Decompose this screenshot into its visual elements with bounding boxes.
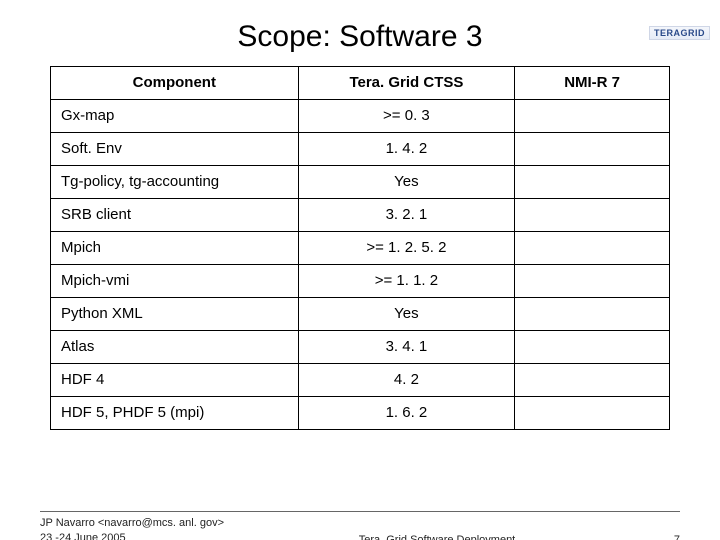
cell-nmi xyxy=(515,199,670,232)
table-row: Mpich-vmi>= 1. 1. 2 xyxy=(51,265,670,298)
cell-nmi xyxy=(515,331,670,364)
cell-ctss: >= 1. 2. 5. 2 xyxy=(298,232,515,265)
cell-nmi xyxy=(515,397,670,430)
slide-footer: JP Navarro <navarro@mcs. anl. gov> 23 -2… xyxy=(40,511,680,540)
cell-component: Atlas xyxy=(51,331,299,364)
table-row: Tg-policy, tg-accountingYes xyxy=(51,166,670,199)
col-header-ctss: Tera. Grid CTSS xyxy=(298,67,515,100)
footer-center: Tera. Grid Software Deployment xyxy=(224,534,650,540)
table-row: Python XMLYes xyxy=(51,298,670,331)
cell-ctss: 1. 6. 2 xyxy=(298,397,515,430)
col-header-nmi: NMI-R 7 xyxy=(515,67,670,100)
cell-ctss: >= 0. 3 xyxy=(298,100,515,133)
cell-nmi xyxy=(515,133,670,166)
cell-nmi xyxy=(515,298,670,331)
footer-page-number: 7 xyxy=(650,534,680,540)
table-container: Component Tera. Grid CTSS NMI-R 7 Gx-map… xyxy=(0,66,720,430)
cell-nmi xyxy=(515,166,670,199)
table-row: HDF 5, PHDF 5 (mpi)1. 6. 2 xyxy=(51,397,670,430)
footer-left: JP Navarro <navarro@mcs. anl. gov> 23 -2… xyxy=(40,516,224,540)
cell-component: Python XML xyxy=(51,298,299,331)
cell-component: SRB client xyxy=(51,199,299,232)
cell-component: Tg-policy, tg-accounting xyxy=(51,166,299,199)
cell-component: Gx-map xyxy=(51,100,299,133)
table-row: Mpich>= 1. 2. 5. 2 xyxy=(51,232,670,265)
cell-component: Soft. Env xyxy=(51,133,299,166)
table-row: Atlas3. 4. 1 xyxy=(51,331,670,364)
footer-author: JP Navarro <navarro@mcs. anl. gov> xyxy=(40,516,224,531)
table-row: SRB client3. 2. 1 xyxy=(51,199,670,232)
col-header-component: Component xyxy=(51,67,299,100)
table-header-row: Component Tera. Grid CTSS NMI-R 7 xyxy=(51,67,670,100)
cell-ctss: 4. 2 xyxy=(298,364,515,397)
cell-ctss: Yes xyxy=(298,166,515,199)
cell-component: Mpich xyxy=(51,232,299,265)
cell-component: HDF 5, PHDF 5 (mpi) xyxy=(51,397,299,430)
table-row: Soft. Env1. 4. 2 xyxy=(51,133,670,166)
cell-ctss: 3. 2. 1 xyxy=(298,199,515,232)
cell-ctss: >= 1. 1. 2 xyxy=(298,265,515,298)
cell-ctss: 3. 4. 1 xyxy=(298,331,515,364)
cell-nmi xyxy=(515,232,670,265)
brand-logo: TERAGRID xyxy=(649,26,710,40)
footer-divider xyxy=(40,511,680,512)
cell-ctss: Yes xyxy=(298,298,515,331)
table-row: Gx-map>= 0. 3 xyxy=(51,100,670,133)
cell-nmi xyxy=(515,364,670,397)
cell-nmi xyxy=(515,100,670,133)
cell-nmi xyxy=(515,265,670,298)
cell-ctss: 1. 4. 2 xyxy=(298,133,515,166)
software-table: Component Tera. Grid CTSS NMI-R 7 Gx-map… xyxy=(50,66,670,430)
table-row: HDF 44. 2 xyxy=(51,364,670,397)
footer-date: 23 -24 June 2005 xyxy=(40,531,224,540)
cell-component: Mpich-vmi xyxy=(51,265,299,298)
cell-component: HDF 4 xyxy=(51,364,299,397)
page-title: Scope: Software 3 xyxy=(0,20,720,54)
